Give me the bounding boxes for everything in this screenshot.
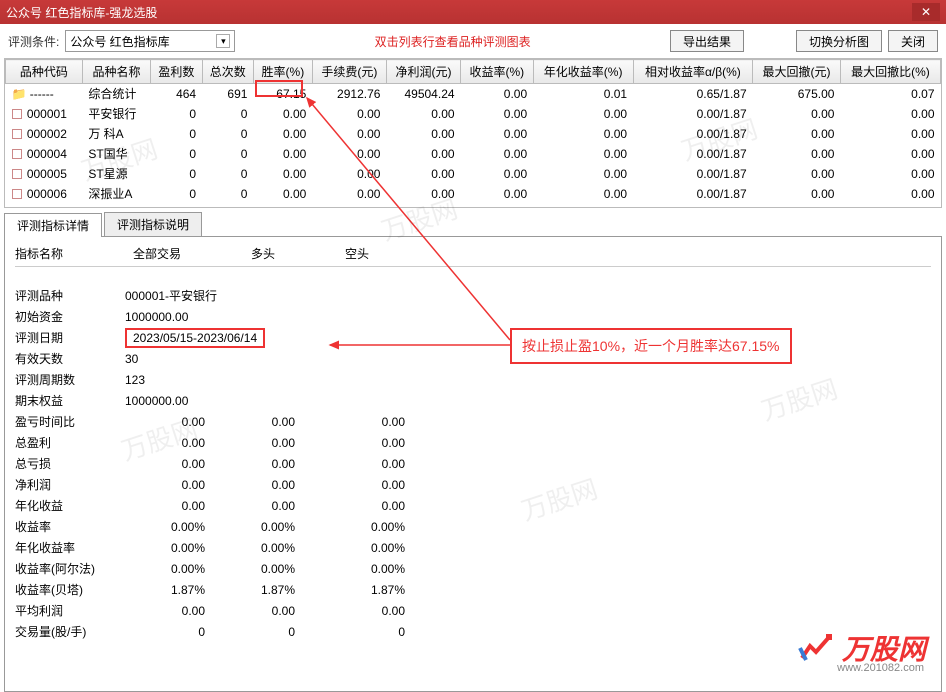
switch-button[interactable]: 切换分析图 xyxy=(796,30,882,52)
table-row[interactable]: 000001平安银行000.000.000.000.000.000.00/1.8… xyxy=(6,104,941,124)
metric-row: 总亏损0.000.000.00 xyxy=(15,453,931,474)
days-value: 30 xyxy=(125,352,138,366)
folder-icon: 📁 xyxy=(12,87,27,101)
close-button[interactable]: 关闭 xyxy=(888,30,938,52)
col-long: 多头 xyxy=(251,245,275,262)
checkbox-icon[interactable] xyxy=(12,149,22,159)
detail-header: 指标名称 全部交易 多头 空头 xyxy=(15,245,931,267)
table-row[interactable]: 📁 ------综合统计46469167.152912.7649504.240.… xyxy=(6,84,941,104)
window-title: 公众号 红色指标库-强龙选股 xyxy=(6,4,157,21)
site-logo: 万股网 www.201082.com xyxy=(796,628,926,668)
col-short: 空头 xyxy=(345,245,369,262)
date-label: 评测日期 xyxy=(15,329,125,346)
logo-url: www.201082.com xyxy=(837,662,924,674)
checkbox-icon[interactable] xyxy=(12,169,22,179)
column-header[interactable]: 年化收益率(%) xyxy=(533,60,633,84)
cycles-value: 123 xyxy=(125,373,145,387)
product-label: 评测品种 xyxy=(15,287,125,304)
column-header[interactable]: 最大回撤比(%) xyxy=(840,60,940,84)
metric-row: 平均利润0.000.000.00 xyxy=(15,600,931,621)
date-value: 2023/05/15-2023/06/14 xyxy=(125,328,265,348)
table-row[interactable]: 000004ST国华000.000.000.000.000.000.00/1.8… xyxy=(6,144,941,164)
checkbox-icon[interactable] xyxy=(12,129,22,139)
checkbox-icon[interactable] xyxy=(12,109,22,119)
capital-value: 1000000.00 xyxy=(125,310,188,324)
days-label: 有效天数 xyxy=(15,350,125,367)
product-value: 000001-平安银行 xyxy=(125,287,217,304)
metric-row: 盈亏时间比0.000.000.00 xyxy=(15,411,931,432)
column-header[interactable]: 手续费(元) xyxy=(312,60,386,84)
metric-row: 年化收益0.000.000.00 xyxy=(15,495,931,516)
column-header[interactable]: 盈利数 xyxy=(151,60,202,84)
tab-strip: 评测指标详情 评测指标说明 xyxy=(4,212,942,237)
title-bar: 公众号 红色指标库-强龙选股 ✕ xyxy=(0,0,946,24)
combo-value: 公众号 红色指标库 xyxy=(70,33,169,50)
end-value: 1000000.00 xyxy=(125,394,188,408)
end-label: 期末权益 xyxy=(15,392,125,409)
column-header[interactable]: 品种名称 xyxy=(82,60,150,84)
hint-text: 双击列表行查看品种评测图表 xyxy=(241,33,664,50)
col-name: 指标名称 xyxy=(15,245,63,262)
highlight-winrate xyxy=(255,80,303,97)
checkbox-icon[interactable] xyxy=(12,189,22,199)
annotation-box: 按止损止盈10%，近一个月胜率达67.15% xyxy=(510,328,792,364)
condition-combo[interactable]: 公众号 红色指标库 ▾ xyxy=(65,30,235,52)
table-row[interactable]: 000007*ST全新000.000.000.000.000.000.00/1.… xyxy=(6,204,941,209)
col-all: 全部交易 xyxy=(133,245,181,262)
export-button[interactable]: 导出结果 xyxy=(670,30,744,52)
toolbar: 评测条件: 公众号 红色指标库 ▾ 双击列表行查看品种评测图表 导出结果 切换分… xyxy=(0,24,946,58)
tab-detail[interactable]: 评测指标详情 xyxy=(4,213,102,237)
metric-row: 净利润0.000.000.00 xyxy=(15,474,931,495)
column-header[interactable]: 总次数 xyxy=(202,60,253,84)
metric-row: 年化收益率0.00%0.00%0.00% xyxy=(15,537,931,558)
table-row[interactable]: 000005ST星源000.000.000.000.000.000.00/1.8… xyxy=(6,164,941,184)
column-header[interactable]: 品种代码 xyxy=(6,60,83,84)
column-header[interactable]: 相对收益率α/β(%) xyxy=(633,60,753,84)
tab-desc[interactable]: 评测指标说明 xyxy=(104,212,202,236)
metric-row: 总盈利0.000.000.00 xyxy=(15,432,931,453)
metric-row: 收益率(阿尔法)0.00%0.00%0.00% xyxy=(15,558,931,579)
cycles-label: 评测周期数 xyxy=(15,371,125,388)
metric-row: 收益率0.00%0.00%0.00% xyxy=(15,516,931,537)
column-header[interactable]: 最大回撤(元) xyxy=(753,60,841,84)
detail-panel: 指标名称 全部交易 多头 空头 评测品种000001-平安银行 初始资金1000… xyxy=(4,237,942,692)
column-header[interactable]: 收益率(%) xyxy=(461,60,534,84)
table-row[interactable]: 000006深振业A000.000.000.000.000.000.00/1.8… xyxy=(6,184,941,204)
column-header[interactable]: 净利润(元) xyxy=(386,60,460,84)
result-grid[interactable]: 品种代码品种名称盈利数总次数胜率(%)手续费(元)净利润(元)收益率(%)年化收… xyxy=(4,58,942,208)
chevron-down-icon[interactable]: ▾ xyxy=(216,34,230,48)
metric-row: 交易量(股/手)000 xyxy=(15,621,931,642)
metric-row: 收益率(贝塔)1.87%1.87%1.87% xyxy=(15,579,931,600)
table-row[interactable]: 000002万 科A000.000.000.000.000.000.00/1.8… xyxy=(6,124,941,144)
close-icon[interactable]: ✕ xyxy=(912,3,940,21)
condition-label: 评测条件: xyxy=(8,33,59,50)
capital-label: 初始资金 xyxy=(15,308,125,325)
